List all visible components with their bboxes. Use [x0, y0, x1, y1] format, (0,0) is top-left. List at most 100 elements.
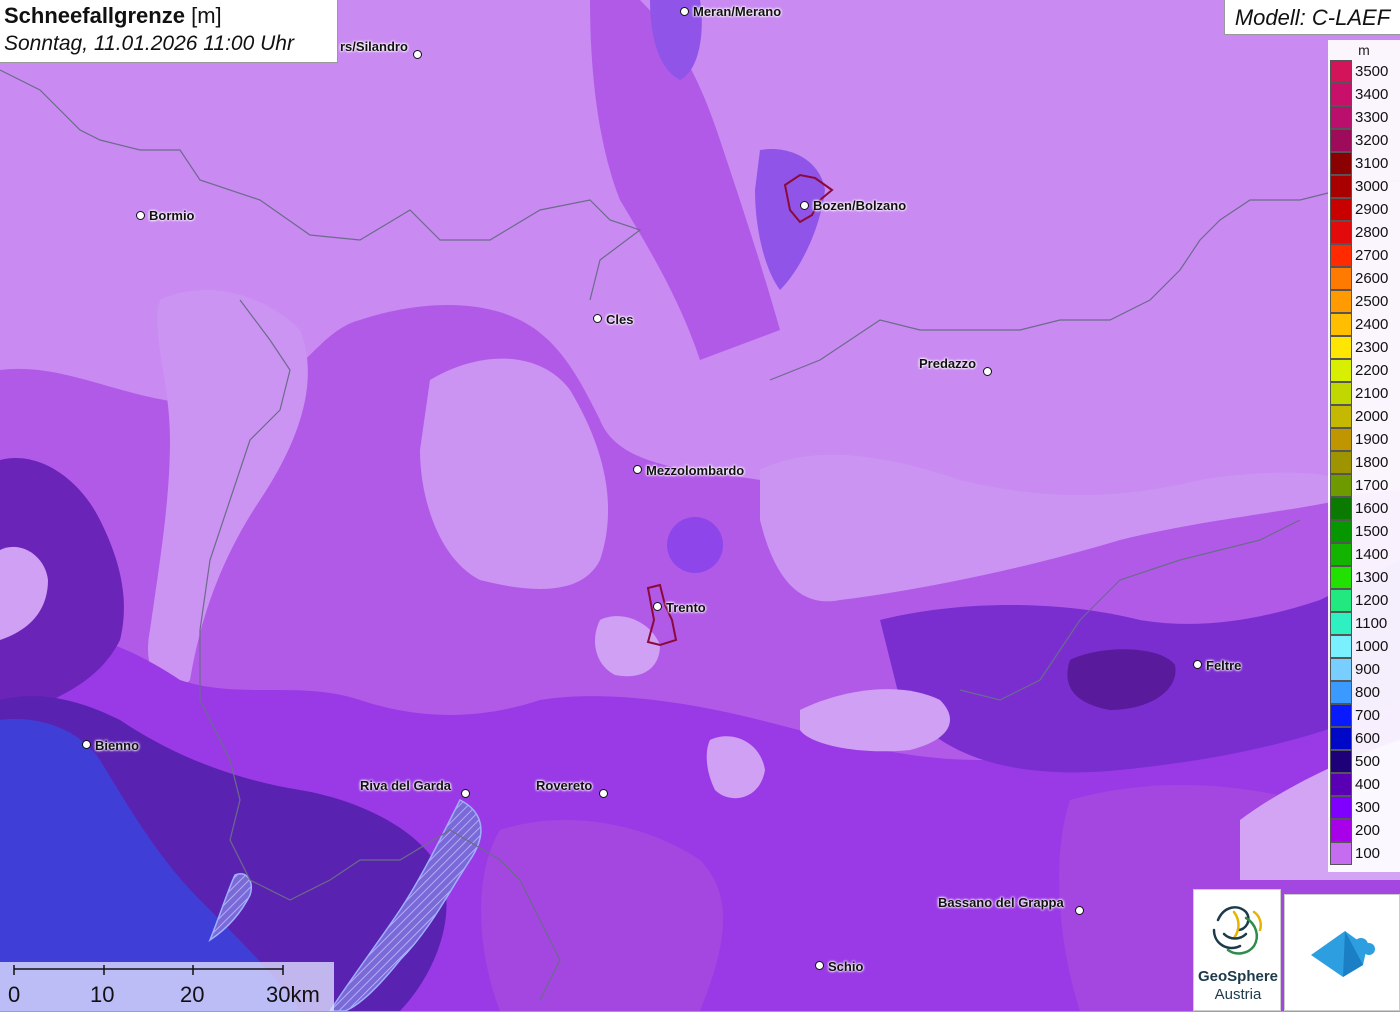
- legend-swatch: [1330, 83, 1352, 106]
- legend-swatch: [1330, 773, 1352, 796]
- legend-label: 2800: [1355, 224, 1389, 241]
- legend-swatch: [1330, 152, 1352, 175]
- legend-swatch: [1330, 612, 1352, 635]
- legend-label: 2600: [1355, 270, 1389, 287]
- legend-label: 1300: [1355, 569, 1389, 586]
- legend-label: 1900: [1355, 431, 1389, 448]
- legend-label: 1100: [1355, 615, 1388, 632]
- legend-label: 1800: [1355, 454, 1389, 471]
- city-marker: [599, 789, 608, 798]
- legend-swatch: [1330, 405, 1352, 428]
- legend-swatch: [1330, 658, 1352, 681]
- legend-unit: m: [1358, 42, 1370, 58]
- legend-swatch: [1330, 198, 1352, 221]
- legend-label: 100: [1355, 845, 1381, 862]
- legend-swatch: [1330, 635, 1352, 658]
- legend-label: 1400: [1355, 546, 1389, 563]
- legend-swatch: [1330, 681, 1352, 704]
- geosphere-logo[interactable]: GeoSphere Austria: [1193, 889, 1281, 1011]
- legend-swatch: [1330, 842, 1352, 865]
- city-marker: [1193, 660, 1202, 669]
- legend-label: 3100: [1355, 155, 1389, 172]
- scale-label-30km: 30km: [266, 982, 320, 1007]
- city-label: Trento: [666, 600, 706, 615]
- legend-label: 2000: [1355, 408, 1389, 425]
- scale-bar: 0 10 20 30km: [0, 962, 334, 1011]
- legend-swatch: [1330, 290, 1352, 313]
- legend-swatch: [1330, 175, 1352, 198]
- legend-swatch: [1330, 566, 1352, 589]
- legend-label: 800: [1355, 684, 1381, 701]
- legend-swatch: [1330, 359, 1352, 382]
- city-marker: [593, 314, 602, 323]
- city-label: Feltre: [1206, 658, 1242, 673]
- legend-swatch: [1330, 129, 1352, 152]
- weather-app-logo[interactable]: [1284, 894, 1400, 1011]
- scale-label-20: 20: [180, 982, 205, 1007]
- legend-swatch: [1330, 750, 1352, 773]
- city-marker: [653, 602, 662, 611]
- city-marker: [136, 211, 145, 220]
- city-label: Schio: [828, 959, 864, 974]
- legend-label: 1600: [1355, 500, 1389, 517]
- city-marker: [800, 201, 809, 210]
- city-label: Mezzolombardo: [646, 463, 745, 478]
- city-label: Predazzo: [919, 356, 977, 371]
- zone-blue-center: [667, 517, 723, 573]
- legend-label: 1500: [1355, 523, 1389, 540]
- legend-label: 1200: [1355, 592, 1389, 609]
- legend-swatch: [1330, 727, 1352, 750]
- legend-label: 2100: [1355, 385, 1389, 402]
- city-label: Rovereto: [536, 778, 593, 793]
- legend-label: 2500: [1355, 293, 1389, 310]
- color-legend: m 3500 3400 3300 3200 3100 3000 2900 2800 2700 26…: [1328, 40, 1400, 872]
- legend-swatch: [1330, 221, 1352, 244]
- city-label: Riva del Garda: [360, 778, 452, 793]
- city-label: Meran/Merano: [693, 4, 782, 19]
- city-label: Bormio: [149, 208, 195, 223]
- legend-swatch: [1330, 796, 1352, 819]
- city-marker: [680, 7, 689, 16]
- legend-swatch: [1330, 382, 1352, 405]
- city-marker: [1075, 906, 1084, 915]
- legend-label: 3200: [1355, 132, 1389, 149]
- scale-label-10: 10: [90, 982, 115, 1007]
- city-label: Bozen/Bolzano: [813, 198, 907, 213]
- city-label: Bassano del Grappa: [938, 895, 1064, 910]
- geosphere-name: GeoSphere: [1197, 968, 1279, 985]
- legend-swatch: [1330, 428, 1352, 451]
- legend-label: 2200: [1355, 362, 1389, 379]
- city-label: Cles: [606, 312, 634, 327]
- map-title-box: Schneefallgrenze [m] Sonntag, 11.01.2026…: [0, 0, 338, 63]
- legend-swatch: [1330, 497, 1352, 520]
- legend-swatch: [1330, 589, 1352, 612]
- city-marker: [633, 465, 642, 474]
- legend-label: 2300: [1355, 339, 1389, 356]
- legend-label: 300: [1355, 799, 1381, 816]
- legend-label: 3300: [1355, 109, 1389, 126]
- legend-label: 3500: [1355, 63, 1389, 80]
- city-marker: [815, 961, 824, 970]
- legend-label: 3400: [1355, 86, 1389, 103]
- legend-swatch: [1330, 267, 1352, 290]
- legend-label: 600: [1355, 730, 1381, 747]
- legend-swatch: [1330, 474, 1352, 497]
- legend-swatch: [1330, 60, 1352, 83]
- geosphere-emblem-icon: [1212, 906, 1262, 955]
- cloud-arrow-icon: [1311, 931, 1375, 977]
- legend-label: 2700: [1355, 247, 1389, 264]
- legend-label: 2400: [1355, 316, 1389, 333]
- city-label: rs/Silandro: [340, 39, 408, 54]
- legend-swatch: [1330, 520, 1352, 543]
- city-marker: [413, 50, 422, 59]
- city-label: Bienno: [95, 738, 140, 753]
- legend-swatch: [1330, 106, 1352, 129]
- legend-label: 500: [1355, 753, 1381, 770]
- legend-swatch: [1330, 704, 1352, 727]
- geosphere-subtitle: Austria: [1214, 986, 1262, 1003]
- snowfall-line-map[interactable]: [0, 0, 1400, 1011]
- legend-label: 200: [1355, 822, 1381, 839]
- city-marker: [983, 367, 992, 376]
- model-label: Modell: C-LAEF: [1224, 0, 1400, 35]
- legend-label: 1700: [1355, 477, 1389, 494]
